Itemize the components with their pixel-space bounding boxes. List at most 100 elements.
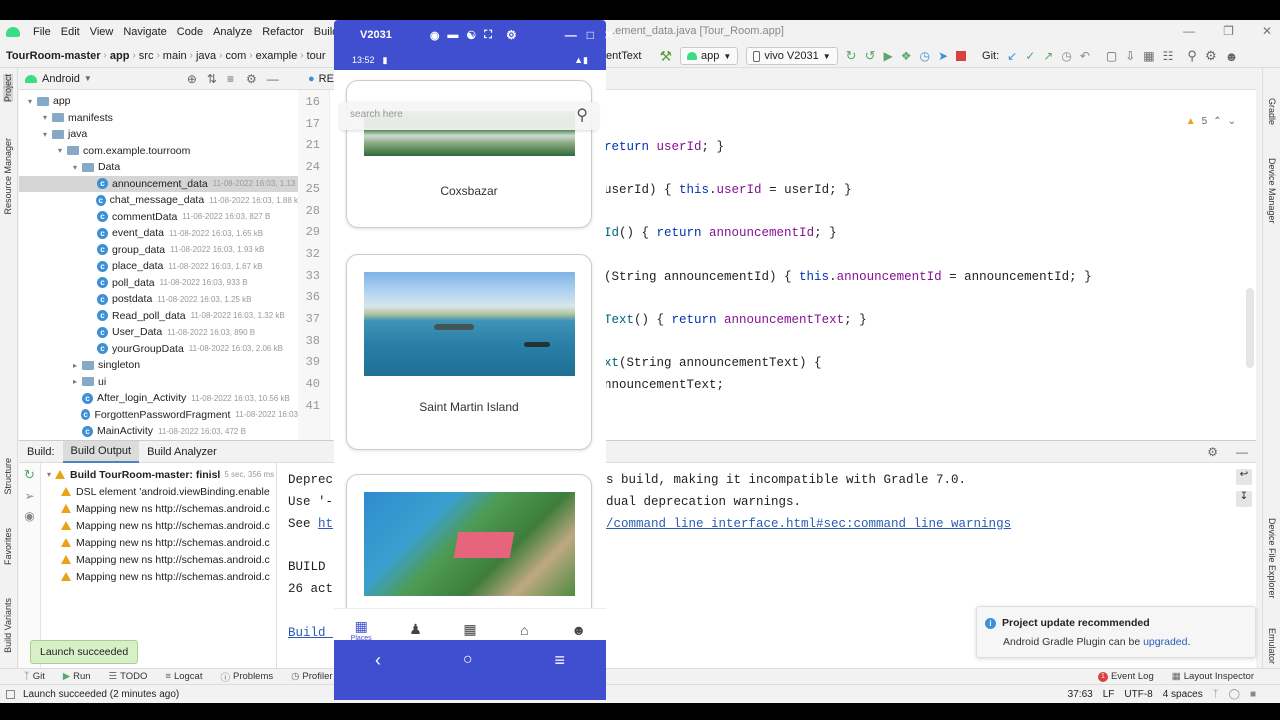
chevron-icon[interactable]: ▸ — [70, 377, 80, 386]
git-push-icon[interactable]: ↗ — [1043, 49, 1053, 63]
chevron-down-icon[interactable]: ⌄ — [1228, 116, 1236, 127]
minimize-icon[interactable]: — — [565, 28, 577, 42]
device-manager-icon[interactable]: ▢ — [1106, 49, 1117, 63]
chevron-up-icon[interactable]: ⌃ — [1213, 116, 1221, 127]
build-tree-item[interactable]: ▾ Build TourRoom-master: finisl 5 sec, 356… — [41, 466, 276, 483]
gear-icon[interactable]: ⚙ — [1207, 445, 1218, 459]
build-variants-tab[interactable]: Build Variants — [3, 598, 13, 653]
rerun-icon[interactable]: ↻ — [19, 467, 40, 483]
tree-item[interactable]: ▾ app — [19, 93, 298, 110]
rollback-icon[interactable]: ↶ — [1080, 49, 1090, 63]
close-icon[interactable]: ✕ — [1262, 24, 1272, 38]
breadcrumb-main[interactable]: main — [160, 50, 190, 62]
menu-code[interactable]: Code — [172, 26, 208, 38]
breadcrumb-example[interactable]: example — [253, 50, 301, 62]
tree-item[interactable]: c poll_data 11-08-2022 16:03, 933 B — [19, 275, 298, 292]
line-separator[interactable]: LF — [1103, 689, 1115, 700]
menu-view[interactable]: View — [85, 26, 119, 38]
docs-link[interactable]: /command_line_interface.html#sec:command… — [606, 517, 1011, 531]
tree-item[interactable]: c User_Data 11-08-2022 16:03, 890 B — [19, 324, 298, 341]
run-config-select[interactable]: app ▼ — [680, 47, 739, 65]
chevron-icon[interactable]: ▸ — [70, 361, 80, 370]
inspection-widget[interactable]: ▲ 5 ⌃ ⌄ — [1186, 116, 1236, 127]
file-encoding[interactable]: UTF-8 — [1124, 689, 1152, 700]
close-icon[interactable]: ✕ — [604, 28, 614, 42]
layout-inspector-icon[interactable]: ▦ — [1143, 49, 1154, 63]
menu-edit[interactable]: Edit — [56, 26, 85, 38]
home-button-icon[interactable]: ○ — [463, 651, 473, 669]
tree-item[interactable]: c place_data 11-08-2022 16:03, 1.67 kB — [19, 258, 298, 275]
build-tree-item[interactable]: Mapping new ns http://schemas.android.c — [41, 568, 276, 585]
recents-icon[interactable]: ≡ — [555, 650, 566, 671]
breadcrumb-com[interactable]: com — [223, 50, 250, 62]
git-branch-icon[interactable]: ᛉ — [1213, 689, 1219, 700]
pin-icon[interactable]: ➢ — [19, 489, 40, 503]
nav-events[interactable]: ▦ — [459, 621, 481, 638]
breadcrumb-announcement-text[interactable]: entText — [606, 50, 641, 62]
restore-icon[interactable]: ❐ — [1223, 24, 1234, 38]
profile-icon[interactable]: ◷ — [919, 49, 929, 63]
tree-item[interactable]: ▸ ui — [19, 374, 298, 391]
project-structure-icon[interactable]: ☷ — [1163, 49, 1174, 63]
breadcrumb-app[interactable]: app — [107, 50, 133, 62]
build-tree-item[interactable]: Mapping new ns http://schemas.android.c — [41, 534, 276, 551]
history-icon[interactable]: ◷ — [1061, 49, 1071, 63]
search-icon[interactable]: ⚲ — [576, 105, 588, 125]
nav-groups[interactable]: ♟ — [405, 621, 427, 638]
search-input[interactable]: search here — [350, 109, 403, 120]
update-notification[interactable]: i Project update recommended Android Gra… — [976, 606, 1256, 658]
debug-icon[interactable]: ❖ — [901, 49, 912, 63]
tree-item[interactable]: c After_login_Activity 11-08-2022 16:03, 1… — [19, 390, 298, 407]
git-tool-button[interactable]: ᛉ Git — [24, 671, 45, 682]
upgrade-link[interactable]: upgraded — [1143, 636, 1187, 648]
docs-link[interactable]: ht — [318, 517, 333, 531]
breadcrumb-java[interactable]: java — [193, 50, 219, 62]
gradle-tab[interactable]: Gradle — [1267, 98, 1277, 125]
lock-icon[interactable]: ◯ — [1229, 689, 1240, 700]
nav-home[interactable]: ⌂ — [513, 622, 535, 638]
problems-tool-button[interactable]: ⓘ Problems — [220, 670, 273, 684]
search-bar[interactable]: search here ⚲ — [340, 102, 598, 130]
attach-debugger-icon[interactable]: ➤ — [938, 49, 948, 63]
chevron-icon[interactable]: ▾ — [47, 470, 51, 479]
git-commit-icon[interactable]: ✓ — [1025, 49, 1035, 63]
menu-file[interactable]: File — [28, 26, 56, 38]
chevron-icon[interactable]: ▾ — [55, 146, 65, 155]
breadcrumb-tourroom[interactable]: tour — [304, 50, 329, 62]
apply-changes-icon[interactable]: ↻ — [846, 48, 857, 64]
event-log-button[interactable]: 1 Event Log — [1097, 671, 1154, 682]
build-tree-item[interactable]: DSL element 'android.viewBinding.enable — [41, 483, 276, 500]
chevron-icon[interactable]: ▾ — [40, 113, 50, 122]
tab-build-analyzer[interactable]: Build Analyzer — [139, 441, 225, 463]
chevron-icon[interactable]: ▾ — [40, 130, 50, 139]
device-select[interactable]: vivo V2031 ▼ — [746, 47, 838, 65]
tree-item[interactable]: c group_data 11-08-2022 16:03, 1.93 kB — [19, 242, 298, 259]
todo-tool-button[interactable]: ☰ TODO — [109, 671, 148, 682]
build-tree-item[interactable]: Mapping new ns http://schemas.android.c — [41, 500, 276, 517]
camera-icon[interactable]: ◉ — [430, 29, 440, 42]
maximize-icon[interactable]: □ — [587, 28, 594, 42]
git-update-icon[interactable]: ↙ — [1007, 49, 1017, 63]
tab-build-output[interactable]: Build Output — [62, 440, 140, 463]
place-card[interactable]: Saint Martin Island — [346, 254, 592, 450]
tree-item[interactable]: c announcement_data 11-08-2022 16:03, 1.13 — [19, 175, 298, 192]
run-icon[interactable]: ▶ — [883, 49, 892, 63]
breadcrumb-project[interactable]: TourRoom-master — [0, 50, 104, 62]
collapse-all-icon[interactable]: ≡ — [227, 72, 234, 86]
tree-item[interactable]: c chat_message_data 11-08-2022 16:03, 1.88… — [19, 192, 298, 209]
cursor-position[interactable]: 37:63 — [1068, 689, 1093, 700]
project-view-select[interactable]: Android — [42, 73, 80, 85]
video-icon[interactable]: ▬ — [447, 29, 458, 41]
device-file-explorer-tab[interactable]: Device File Explorer — [1267, 518, 1277, 599]
indent-setting[interactable]: 4 spaces — [1163, 689, 1203, 700]
tree-item[interactable]: c event_data 11-08-2022 16:03, 1.65 kB — [19, 225, 298, 242]
user-icon[interactable]: ☻ — [1225, 49, 1239, 64]
favorites-tab[interactable]: Favorites — [3, 528, 13, 565]
sdk-manager-icon[interactable]: ⇩ — [1125, 49, 1135, 63]
back-icon[interactable]: ‹ — [375, 650, 381, 671]
tree-item[interactable]: ▾ manifests — [19, 110, 298, 127]
hide-panel-icon[interactable]: — — [267, 72, 279, 86]
tree-item[interactable]: ▾ Data — [19, 159, 298, 176]
eye-icon[interactable]: ◉ — [19, 509, 40, 523]
memory-icon[interactable]: ■ — [1250, 689, 1256, 700]
